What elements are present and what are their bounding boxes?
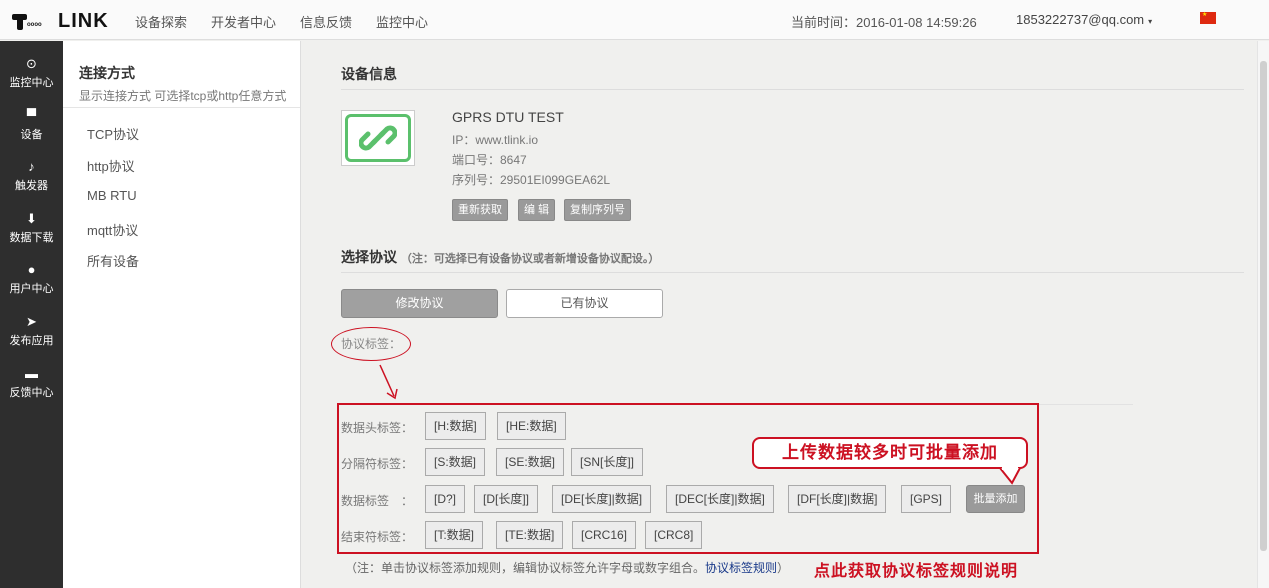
device-serial: 序列号：29501EI099GEA62L xyxy=(452,173,611,187)
device-name: GPRS DTU TEST xyxy=(452,109,564,125)
row-label-data: 数据标签 ： xyxy=(341,494,414,508)
tag-t-data[interactable]: [T:数据] xyxy=(425,521,484,549)
copy-serial-button[interactable]: 复制序列号 xyxy=(564,199,631,221)
user-email: 1853222737@qq.com xyxy=(1016,12,1145,27)
current-time: 当前时间：2016-01-08 14:59:26 xyxy=(791,15,977,30)
callout-pointer xyxy=(999,467,1021,485)
send-icon: ➤ xyxy=(26,314,37,329)
tag-se-data[interactable]: [SE:数据] xyxy=(496,448,565,476)
annotation-oval xyxy=(331,327,411,361)
bell-icon: ♪ xyxy=(28,159,35,174)
tag-crc16[interactable]: [CRC16] xyxy=(572,521,637,549)
logo-text: LINK xyxy=(58,9,109,32)
panel-link-all-devices[interactable]: 所有设备 xyxy=(87,251,139,270)
refresh-button[interactable]: 重新获取 xyxy=(452,199,508,221)
connection-panel: 连接方式 显示连接方式 可选择tcp或http任意方式 TCP协议 http协议… xyxy=(63,41,301,588)
tag-s-data[interactable]: [S:数据] xyxy=(425,448,486,476)
sidebar-item-publish[interactable]: ➤ 发布应用 xyxy=(0,314,63,348)
china-flag-icon[interactable]: ★ xyxy=(1200,12,1216,24)
row-label-end: 结束符标签： xyxy=(341,530,414,544)
panel-subtitle: 显示连接方式 可选择tcp或http任意方式 xyxy=(79,89,287,103)
tag-te-data[interactable]: [TE:数据] xyxy=(496,521,564,549)
row-label-separator: 分隔符标签： xyxy=(341,457,414,471)
tag-d-length[interactable]: [D[长度]] xyxy=(474,485,539,513)
nav-developer-center[interactable]: 开发者中心 xyxy=(211,12,276,31)
divider xyxy=(63,107,300,108)
tab-modify-protocol[interactable]: 修改协议 xyxy=(341,289,498,318)
protocol-rule-link[interactable]: 协议标签规则 xyxy=(705,561,777,575)
device-port: 端口号：8647 xyxy=(452,153,527,167)
tag-sn-length[interactable]: [SN[长度]] xyxy=(571,448,644,476)
scrollbar[interactable] xyxy=(1257,41,1269,588)
device-image xyxy=(341,110,415,166)
nav-feedback[interactable]: 信息反馈 xyxy=(300,12,352,31)
link-icon xyxy=(359,125,397,151)
protocol-section-note: （注：可选择已有设备协议或者新增设备协议配设。） xyxy=(400,253,660,265)
divider xyxy=(341,89,1244,90)
user-menu[interactable]: 1853222737@qq.com ▾ xyxy=(1016,12,1152,27)
batch-add-button[interactable]: 批量添加 xyxy=(966,485,1025,513)
device-ip: IP：www.tlink.io xyxy=(452,133,539,147)
nav-monitor-center[interactable]: 监控中心 xyxy=(376,12,428,31)
panel-title: 连接方式 xyxy=(79,65,135,81)
annotation-callout: 上传数据较多时可批量添加 xyxy=(752,437,1028,469)
tag-dec-length-data[interactable]: [DEC[长度]|数据] xyxy=(666,485,774,513)
main-sidebar: ⊙ 监控中心 ▀ 设备 ♪ 触发器 ⬇ 数据下载 ● 用户中心 ➤ 发布应用 ▬… xyxy=(0,41,63,588)
annotation-bottom-text: 点此获取协议标签规则说明 xyxy=(814,561,1019,580)
logo-mark: oooo xyxy=(10,11,62,31)
logo[interactable]: oooo LINK xyxy=(10,10,109,32)
top-bar: oooo LINK 设备探索 开发者中心 信息反馈 监控中心 当前时间：2016… xyxy=(0,0,1269,40)
edit-button[interactable]: 编 辑 xyxy=(518,199,556,221)
tag-he-data[interactable]: [HE:数据] xyxy=(497,412,566,440)
top-nav: 设备探索 开发者中心 信息反馈 监控中心 xyxy=(135,12,452,31)
download-icon: ⬇ xyxy=(26,211,37,226)
scrollbar-thumb[interactable] xyxy=(1260,61,1267,551)
caret-down-icon: ▾ xyxy=(1148,17,1153,26)
tag-de-length-data[interactable]: [DE[长度]|数据] xyxy=(552,485,652,513)
panel-link-tcp[interactable]: TCP协议 xyxy=(87,124,139,143)
sidebar-item-device[interactable]: ▀ 设备 xyxy=(0,108,63,142)
user-icon: ● xyxy=(27,262,36,277)
sidebar-item-user-center[interactable]: ● 用户中心 xyxy=(0,262,63,296)
sidebar-item-monitor[interactable]: ⊙ 监控中心 xyxy=(0,56,63,90)
target-icon: ⊙ xyxy=(26,56,37,71)
divider xyxy=(341,272,1244,273)
row-label-header: 数据头标签： xyxy=(341,421,414,435)
tag-gps[interactable]: [GPS] xyxy=(901,485,952,513)
sidebar-item-trigger[interactable]: ♪ 触发器 xyxy=(0,159,63,193)
panel-link-mqtt[interactable]: mqtt协议 xyxy=(87,220,138,239)
bottom-note: （注：单击协议标签添加规则，编辑协议标签允许字母或数字组合。协议标签规则） xyxy=(345,561,790,575)
sidebar-item-feedback[interactable]: ▬ 反馈中心 xyxy=(0,366,63,400)
panel-link-http[interactable]: http协议 xyxy=(87,156,135,175)
nav-device-explore[interactable]: 设备探索 xyxy=(135,12,187,31)
tag-df-length-data[interactable]: [DF[长度]|数据] xyxy=(788,485,887,513)
tab-existing-protocol[interactable]: 已有协议 xyxy=(506,289,663,318)
device-icon: ▀ xyxy=(26,108,37,123)
tag-d-query[interactable]: [D?] xyxy=(425,485,466,513)
tag-h-data[interactable]: [H:数据] xyxy=(425,412,486,440)
comment-icon: ▬ xyxy=(25,366,38,381)
sidebar-item-download[interactable]: ⬇ 数据下载 xyxy=(0,211,63,245)
annotation-arrow xyxy=(379,364,398,400)
tag-crc8[interactable]: [CRC8] xyxy=(645,521,703,549)
panel-link-mbrtu[interactable]: MB RTU xyxy=(87,188,137,203)
device-info-title: 设备信息 xyxy=(341,66,397,82)
protocol-section-title: 选择协议 （注：可选择已有设备协议或者新增设备协议配设。） xyxy=(341,249,660,265)
